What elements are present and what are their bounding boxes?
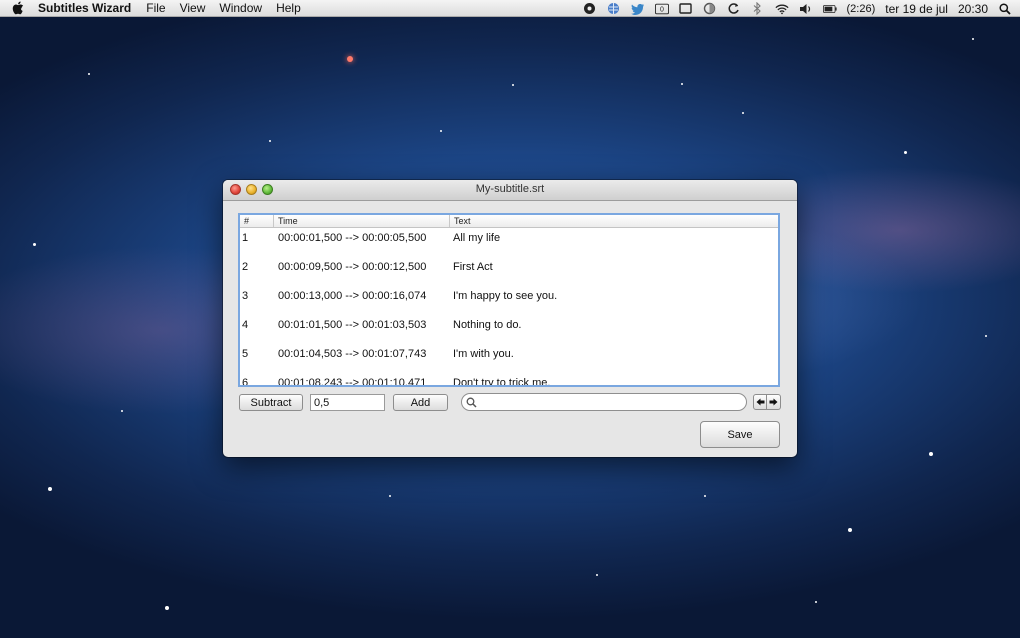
search-navigation <box>753 394 781 410</box>
previous-result-button[interactable] <box>753 394 767 410</box>
table-row[interactable]: 5 00:01:04,503 --> 00:01:07,743 I'm with… <box>240 344 778 373</box>
row-text[interactable]: Nothing to do. <box>450 315 778 344</box>
activity-icon[interactable] <box>703 2 717 15</box>
bluetooth-icon[interactable] <box>751 2 765 15</box>
window-titlebar[interactable]: My-subtitle.srt <box>223 180 797 201</box>
menu-help[interactable]: Help <box>276 1 301 15</box>
search-icon <box>466 397 477 408</box>
window-title: My-subtitle.srt <box>475 183 545 195</box>
arrow-right-icon <box>769 398 778 406</box>
subtract-button[interactable]: Subtract <box>239 394 303 411</box>
row-time[interactable]: 00:00:13,000 --> 00:00:16,074 <box>274 286 450 315</box>
spotlight-search-icon[interactable] <box>998 2 1012 15</box>
row-time[interactable]: 00:01:08,243 --> 00:01:10,471 <box>274 373 450 385</box>
add-button[interactable]: Add <box>393 394 448 411</box>
skype-icon[interactable] <box>583 2 597 15</box>
row-text[interactable]: I'm happy to see you. <box>450 286 778 315</box>
row-text[interactable]: Don't try to trick me. <box>450 373 778 385</box>
table-header: # Time Text <box>240 215 778 228</box>
row-text[interactable]: I'm with you. <box>450 344 778 373</box>
row-time[interactable]: 00:01:04,503 --> 00:01:07,743 <box>274 344 450 373</box>
row-text[interactable]: All my life <box>450 228 778 257</box>
row-index: 4 <box>242 319 249 331</box>
twitter-icon[interactable] <box>630 2 645 15</box>
svg-text:0: 0 <box>660 6 664 13</box>
menu-file[interactable]: File <box>146 1 165 15</box>
sync-icon[interactable] <box>727 2 741 15</box>
row-index: 3 <box>242 290 249 302</box>
counter-icon[interactable]: 0 <box>654 2 669 15</box>
volume-icon[interactable] <box>799 2 813 15</box>
column-header-index[interactable]: # <box>240 215 274 227</box>
row-time[interactable]: 00:00:01,500 --> 00:00:05,500 <box>274 228 450 257</box>
table-row[interactable]: 2 00:00:09,500 --> 00:00:12,500 First Ac… <box>240 257 778 286</box>
table-row[interactable]: 1 00:00:01,500 --> 00:00:05,500 All my l… <box>240 228 778 257</box>
search-input[interactable] <box>481 395 746 409</box>
menubar-date[interactable]: ter 19 de jul <box>885 2 948 16</box>
subtitle-table[interactable]: # Time Text 1 00:00:01,500 --> 00:00:05,… <box>238 213 780 387</box>
battery-icon[interactable] <box>822 2 837 15</box>
subtitle-window: My-subtitle.srt # Time Text 1 00:00:01,5… <box>223 180 797 457</box>
arrow-left-icon <box>756 398 764 406</box>
menubar-clock[interactable]: 20:30 <box>958 2 988 16</box>
row-text[interactable]: First Act <box>450 257 778 286</box>
menu-view[interactable]: View <box>180 1 206 15</box>
status-tray: 0 (2:26) ter 19 de jul 20:30 <box>583 0 1013 17</box>
app-name-menu[interactable]: Subtitles Wizard <box>38 1 131 15</box>
search-field[interactable] <box>461 393 747 411</box>
row-index: 2 <box>242 261 249 273</box>
row-index: 1 <box>242 232 249 244</box>
row-index: 6 <box>242 377 249 387</box>
next-result-button[interactable] <box>767 394 781 410</box>
menu-window[interactable]: Window <box>219 1 262 15</box>
battery-time: (2:26) <box>846 2 876 15</box>
globe-icon[interactable] <box>607 2 621 15</box>
time-offset-field[interactable] <box>310 394 385 411</box>
row-index: 5 <box>242 348 249 360</box>
column-header-text[interactable]: Text <box>450 215 778 227</box>
apple-menu-icon[interactable] <box>12 1 26 16</box>
table-row[interactable]: 6 00:01:08,243 --> 00:01:10,471 Don't tr… <box>240 373 778 387</box>
table-row[interactable]: 3 00:00:13,000 --> 00:00:16,074 I'm happ… <box>240 286 778 315</box>
row-time[interactable]: 00:01:01,500 --> 00:01:03,503 <box>274 315 450 344</box>
save-button[interactable]: Save <box>700 421 780 448</box>
column-header-time[interactable]: Time <box>274 215 450 227</box>
wifi-icon[interactable] <box>774 2 789 15</box>
menu-bar: Subtitles Wizard File View Window Help 0 <box>0 0 1020 17</box>
row-time[interactable]: 00:00:09,500 --> 00:00:12,500 <box>274 257 450 286</box>
screen-icon[interactable] <box>679 2 693 15</box>
table-row[interactable]: 4 00:01:01,500 --> 00:01:03,503 Nothing … <box>240 315 778 344</box>
